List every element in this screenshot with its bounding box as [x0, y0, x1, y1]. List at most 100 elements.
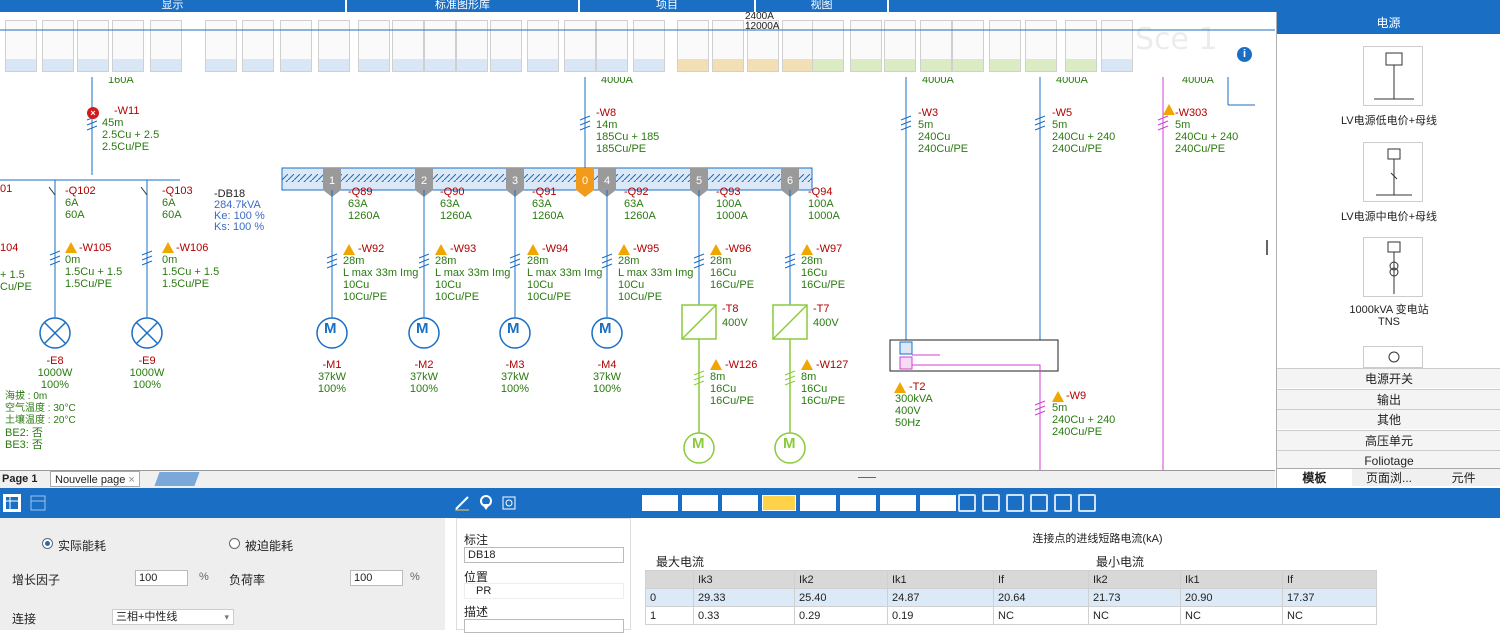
- tab-nouvelle-page[interactable]: Nouvelle page ×: [50, 471, 140, 487]
- close-tab-icon[interactable]: ×: [128, 474, 134, 486]
- lv-mid-tariff-label[interactable]: LV电源中电价+母线: [1277, 208, 1500, 224]
- column-header[interactable]: Ik2: [794, 570, 888, 589]
- menu-tab-2[interactable]: 项目: [580, 0, 756, 12]
- lv-low-tariff-label[interactable]: LV电源低电价+母线: [1277, 112, 1500, 128]
- calc-tool-icon[interactable]: [1006, 494, 1024, 512]
- bus-cable-5[interactable]: -W97 28m 16Cu 16Cu/PE: [801, 243, 845, 291]
- table-row[interactable]: 1 0.33 0.29 0.19 NC NC NC NC: [645, 606, 1377, 625]
- library-category-0[interactable]: 电源开关: [1277, 368, 1500, 388]
- bus-cable-0[interactable]: -W92 28m L max 33m Img 10Cu 10Cu/PE: [343, 243, 418, 303]
- lv-low-tariff-thumbnail[interactable]: [1363, 46, 1423, 106]
- actual-consumption-radio[interactable]: [42, 538, 53, 549]
- top-cable-3[interactable]: -W5 5m 240Cu + 240 240Cu/PE: [1052, 107, 1115, 155]
- library-tab-2[interactable]: 元件: [1426, 469, 1500, 486]
- column-header[interactable]: [645, 570, 694, 589]
- transformer-0[interactable]: -T8 400V: [722, 302, 748, 330]
- left-branch-breaker-0[interactable]: -Q102 6A 60A: [65, 185, 96, 221]
- library-category-2[interactable]: 其他: [1277, 409, 1500, 429]
- load-factor-input[interactable]: 100: [350, 570, 403, 586]
- cable-w9[interactable]: -W9 5m 240Cu + 240 240Cu/PE: [1052, 390, 1115, 438]
- bus-breaker-1[interactable]: -Q90 63A 1260A: [440, 186, 472, 222]
- lamp-label-1[interactable]: -E9 1000W 100%: [117, 355, 177, 391]
- table-view-icon[interactable]: [3, 494, 21, 512]
- menu-tab-3[interactable]: 视图: [756, 0, 889, 12]
- bus-cable-1[interactable]: -W93 28m L max 33m Img 10Cu 10Cu/PE: [435, 243, 510, 303]
- bus-breaker-3[interactable]: -Q92 63A 1260A: [624, 186, 656, 222]
- calc-tool-icon[interactable]: [1030, 494, 1048, 512]
- connection-select[interactable]: 三相+中性线 ▾: [112, 609, 234, 625]
- calc-tool-icon[interactable]: [1054, 494, 1072, 512]
- transformer-cable-1[interactable]: -W127 8m 16Cu 16Cu/PE: [801, 359, 848, 407]
- bus-cable-2[interactable]: -W94 28m L max 33m Img 10Cu 10Cu/PE: [527, 243, 602, 303]
- mark-input[interactable]: DB18: [464, 547, 624, 563]
- bus-cable-4[interactable]: -W96 28m 16Cu 16Cu/PE: [710, 243, 754, 291]
- calc-tool-icon[interactable]: [958, 494, 976, 512]
- zoom-fit-icon[interactable]: [500, 494, 518, 512]
- view-mode-icon[interactable]: [682, 495, 718, 511]
- view-mode-icon[interactable]: [840, 495, 876, 511]
- warning-icon[interactable]: [65, 242, 77, 253]
- library-tab-1[interactable]: 页面浏...: [1352, 469, 1427, 486]
- bus-breaker-2[interactable]: -Q91 63A 1260A: [532, 186, 564, 222]
- cable-length: 28m: [710, 255, 732, 267]
- lv-mid-tariff-thumbnail[interactable]: [1363, 142, 1423, 202]
- table-row[interactable]: 0 29.33 25.40 24.87 20.64 21.73 20.90 17.37: [645, 588, 1377, 607]
- motor-label-2[interactable]: -M3 37kW 100%: [485, 359, 545, 395]
- top-cable-0[interactable]: -W11 45m 2.5Cu + 2.5 2.5Cu/PE: [102, 105, 159, 153]
- calc-tool-icon[interactable]: [982, 494, 1000, 512]
- next-thumbnail[interactable]: [1363, 346, 1423, 368]
- library-category-3[interactable]: 高压单元: [1277, 429, 1500, 450]
- grid-icon[interactable]: [30, 495, 46, 511]
- locate-pin-icon[interactable]: [477, 494, 495, 512]
- view-mode-icon[interactable]: [762, 495, 796, 511]
- lamp-label-0[interactable]: -E8 1000W 100%: [25, 355, 85, 391]
- top-cable-1[interactable]: -W8 14m 185Cu + 185 185Cu/PE: [596, 107, 659, 155]
- motor-label-1[interactable]: -M2 37kW 100%: [394, 359, 454, 395]
- column-header[interactable]: Ik3: [693, 570, 795, 589]
- splitter-handle[interactable]: [858, 477, 876, 478]
- transformer-1[interactable]: -T7 400V: [813, 302, 839, 330]
- top-cable-4[interactable]: -W303 5m 240Cu + 240 240Cu/PE: [1175, 107, 1238, 155]
- busbar-tag-0[interactable]: 0: [576, 168, 594, 197]
- calc-tool-icon[interactable]: [1078, 494, 1096, 512]
- edit-pen-icon[interactable]: [453, 494, 471, 512]
- left-branch-breaker-1[interactable]: -Q103 6A 60A: [162, 185, 193, 221]
- menu-tab-1[interactable]: 标准图形库: [347, 0, 580, 12]
- motor-label-3[interactable]: -M4 37kW 100%: [577, 359, 637, 395]
- view-mode-icon[interactable]: [920, 495, 956, 511]
- transformer-cable-0[interactable]: -W126 8m 16Cu 16Cu/PE: [710, 359, 757, 407]
- column-header[interactable]: Ik1: [1180, 570, 1283, 589]
- motor-label-0[interactable]: -M1 37kW 100%: [302, 359, 362, 395]
- library-tab-0[interactable]: 模板: [1277, 469, 1352, 486]
- top-cable-2[interactable]: -W3 5m 240Cu 240Cu/PE: [918, 107, 968, 155]
- column-header[interactable]: If: [993, 570, 1089, 589]
- splitter[interactable]: [445, 518, 455, 630]
- position-input[interactable]: PR: [464, 583, 624, 599]
- bus-cable-3[interactable]: -W95 28m L max 33m Img 10Cu 10Cu/PE: [618, 243, 693, 303]
- column-header[interactable]: Ik1: [887, 570, 994, 589]
- info-icon[interactable]: i: [1237, 47, 1252, 62]
- warning-icon[interactable]: [162, 242, 174, 253]
- view-mode-icon[interactable]: [880, 495, 916, 511]
- tab-page-1[interactable]: Page 1: [2, 473, 37, 485]
- column-header[interactable]: If: [1282, 570, 1377, 589]
- view-mode-icon[interactable]: [722, 495, 758, 511]
- menu-tab-0[interactable]: 显示: [0, 0, 347, 12]
- warning-icon[interactable]: [1163, 104, 1175, 115]
- bus-breaker-0[interactable]: -Q89 63A 1260A: [348, 186, 380, 222]
- view-mode-icon[interactable]: [642, 495, 678, 511]
- error-icon[interactable]: ×: [87, 107, 99, 119]
- main-transformer-label[interactable]: -T2 300kVA 400V 50Hz: [895, 381, 933, 429]
- bus-breaker-4[interactable]: -Q93 100A 1000A: [716, 186, 748, 222]
- growth-factor-input[interactable]: 100: [135, 570, 188, 586]
- library-category-1[interactable]: 输出: [1277, 388, 1500, 409]
- column-header[interactable]: Ik2: [1088, 570, 1181, 589]
- substation-label[interactable]: 1000kVA 变电站 TNS: [1277, 304, 1500, 328]
- bus-breaker-5[interactable]: -Q94 100A 1000A: [808, 186, 840, 222]
- library-category-4[interactable]: Foliotage: [1277, 450, 1500, 470]
- substation-thumbnail[interactable]: [1363, 237, 1423, 297]
- view-mode-icon[interactable]: [800, 495, 836, 511]
- add-page-tab[interactable]: [154, 472, 200, 486]
- forced-consumption-radio[interactable]: [229, 538, 240, 549]
- description-input[interactable]: [464, 619, 624, 633]
